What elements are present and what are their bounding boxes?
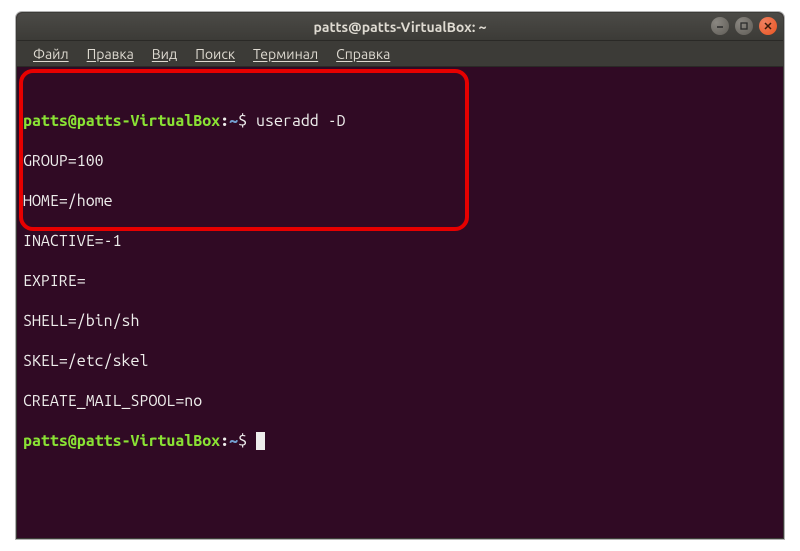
output-line: INACTIVE=-1 (23, 231, 777, 251)
output-line: SHELL=/bin/sh (23, 311, 777, 331)
output-line: HOME=/home (23, 191, 777, 211)
prompt-host: patts-VirtualBox (77, 112, 220, 130)
menu-view[interactable]: Вид (144, 44, 185, 64)
menubar: Файл Правка Вид Поиск Терминал Справка (17, 41, 783, 67)
titlebar: patts@patts-VirtualBox: ~ (17, 13, 783, 41)
minimize-button[interactable] (711, 17, 729, 35)
prompt-symbol: $ (238, 112, 247, 130)
output-line: EXPIRE= (23, 271, 777, 291)
prompt-host: patts-VirtualBox (77, 432, 220, 450)
prompt-user: patts (23, 432, 68, 450)
output-line: GROUP=100 (23, 151, 777, 171)
terminal-area[interactable]: patts@patts-VirtualBox:~$ useradd -D GRO… (17, 67, 783, 538)
output-line: CREATE_MAIL_SPOOL=no (23, 391, 777, 411)
terminal-line-prompt: patts@patts-VirtualBox:~$ (23, 431, 777, 451)
prompt-symbol: $ (238, 432, 247, 450)
maximize-button[interactable] (735, 17, 753, 35)
terminal-line-cmd: patts@patts-VirtualBox:~$ useradd -D (23, 111, 777, 131)
output-line: SKEL=/etc/skel (23, 351, 777, 371)
menu-edit[interactable]: Правка (79, 44, 142, 64)
terminal-window: patts@patts-VirtualBox: ~ Файл Правка Ви… (16, 12, 784, 539)
prompt-at: @ (68, 432, 77, 450)
close-button[interactable] (759, 17, 777, 35)
menu-search[interactable]: Поиск (187, 44, 243, 64)
prompt-colon: : (220, 432, 229, 450)
prompt-at: @ (68, 112, 77, 130)
prompt-path: ~ (229, 112, 238, 130)
prompt-colon: : (220, 112, 229, 130)
menu-terminal[interactable]: Терминал (245, 44, 326, 64)
menu-file[interactable]: Файл (25, 44, 77, 64)
window-title: patts@patts-VirtualBox: ~ (314, 19, 487, 35)
prompt-user: patts (23, 112, 68, 130)
command-text: useradd -D (256, 112, 346, 130)
prompt-path: ~ (229, 432, 238, 450)
cursor (256, 432, 265, 450)
window-controls (711, 17, 777, 35)
menu-help[interactable]: Справка (328, 44, 398, 64)
